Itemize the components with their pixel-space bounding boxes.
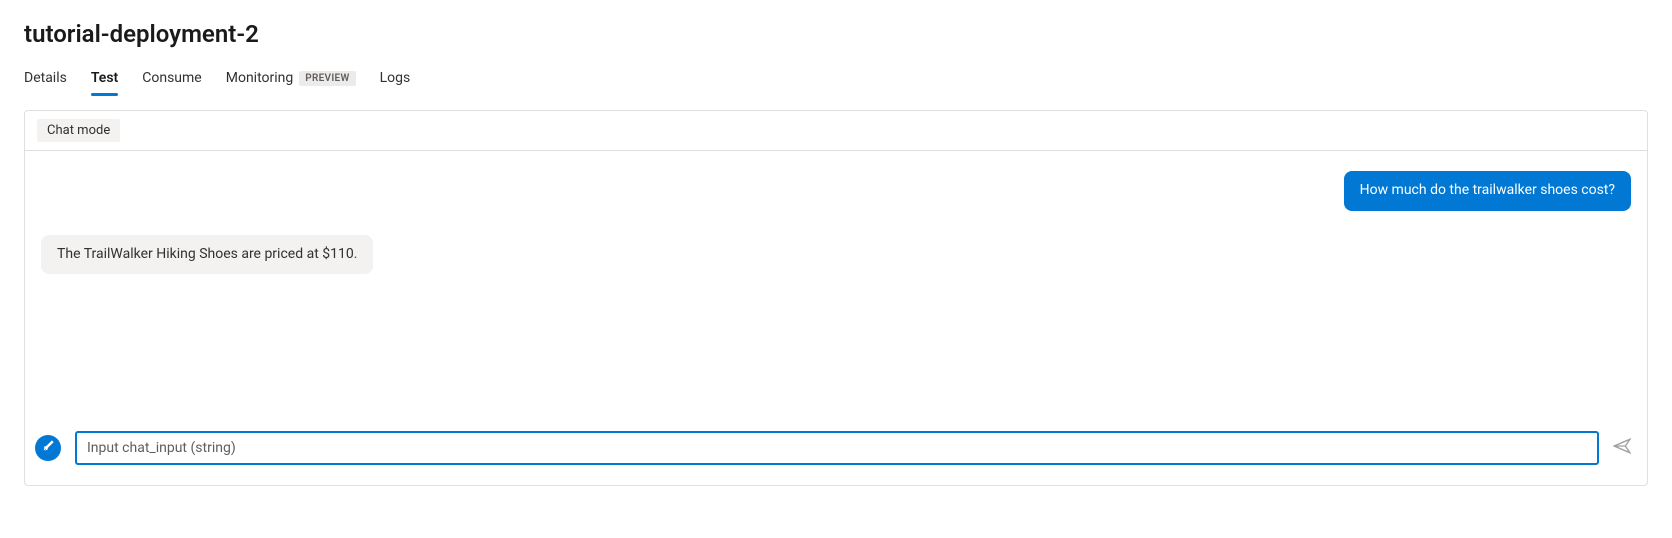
tab-test[interactable]: Test <box>91 64 118 96</box>
input-row <box>25 431 1647 485</box>
tab-label: Details <box>24 70 67 86</box>
user-message: How much do the trailwalker shoes cost? <box>1344 171 1631 211</box>
send-button[interactable] <box>1613 437 1631 459</box>
assistant-message: The TrailWalker Hiking Shoes are priced … <box>41 235 373 275</box>
chat-input[interactable] <box>75 431 1599 465</box>
panel-header: Chat mode <box>25 111 1647 151</box>
send-icon <box>1613 437 1631 459</box>
chat-row-assistant: The TrailWalker Hiking Shoes are priced … <box>41 235 1631 275</box>
clear-chat-button[interactable] <box>35 435 61 461</box>
tab-label: Logs <box>380 70 411 86</box>
chat-mode-button[interactable]: Chat mode <box>37 119 120 142</box>
tab-monitoring[interactable]: Monitoring PREVIEW <box>226 64 356 96</box>
tabs-bar: Details Test Consume Monitoring PREVIEW … <box>24 64 1648 96</box>
tab-label: Consume <box>142 70 201 86</box>
tab-consume[interactable]: Consume <box>142 64 201 96</box>
tab-label: Test <box>91 70 118 86</box>
preview-badge: PREVIEW <box>299 71 355 86</box>
tab-label: Monitoring <box>226 70 294 86</box>
tab-details[interactable]: Details <box>24 64 67 96</box>
page-title: tutorial-deployment-2 <box>24 20 1648 48</box>
tab-logs[interactable]: Logs <box>380 64 411 96</box>
test-panel: Chat mode How much do the trailwalker sh… <box>24 110 1648 486</box>
chat-row-user: How much do the trailwalker shoes cost? <box>41 171 1631 211</box>
chat-area: How much do the trailwalker shoes cost? … <box>25 151 1647 431</box>
brush-icon <box>41 439 55 457</box>
